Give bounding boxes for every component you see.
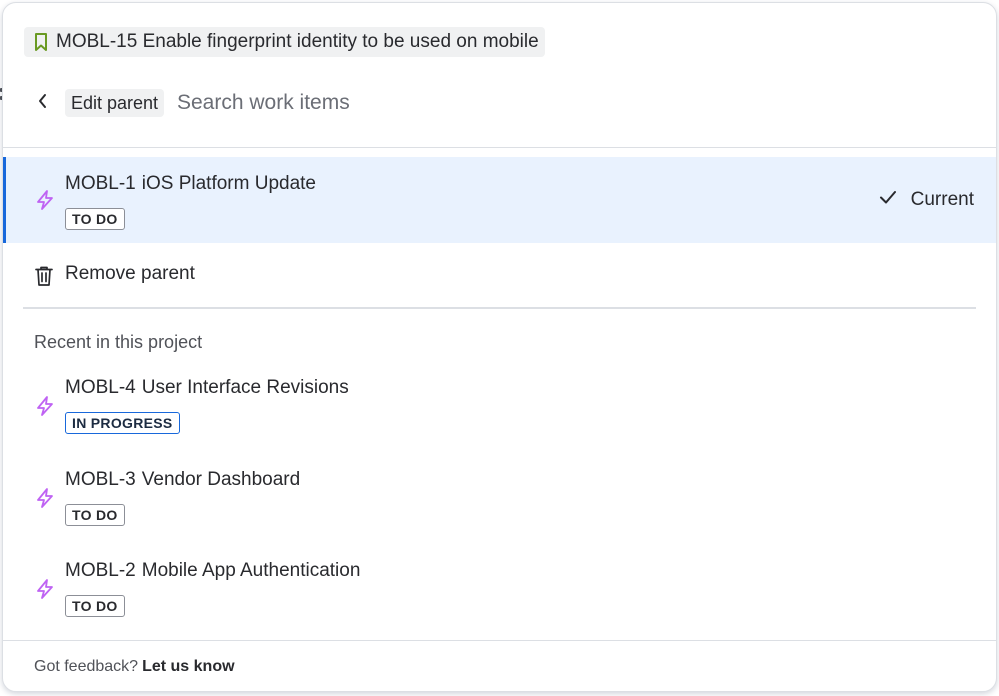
feedback-footer: Got feedback? Let us know <box>34 658 235 676</box>
edit-parent-label: Edit parent <box>65 89 165 117</box>
lightning-icon <box>34 395 56 417</box>
check-icon <box>879 189 897 211</box>
status-badge: TO DO <box>65 504 125 526</box>
divider <box>23 307 976 309</box>
item-heading: MOBL-3 Vendor Dashboard <box>65 469 300 491</box>
section-heading: Recent in this project <box>34 332 203 352</box>
item-key: MOBL-2 <box>65 560 136 581</box>
item-title: iOS Platform Update <box>141 173 316 194</box>
item-title: Vendor Dashboard <box>141 469 301 490</box>
remove-parent-label: Remove parent <box>65 263 195 284</box>
feedback-link[interactable]: Let us know <box>142 658 234 675</box>
divider <box>3 640 996 641</box>
list-item[interactable]: MOBL-4 User Interface Revisions IN PROGRE… <box>3 365 996 451</box>
item-heading: MOBL-2 Mobile App Authentication <box>65 560 360 582</box>
item-heading: MOBL-4 User Interface Revisions <box>65 377 349 399</box>
back-button[interactable] <box>31 90 55 116</box>
remove-parent-button[interactable]: Remove parent <box>3 257 996 295</box>
item-title: User Interface Revisions <box>141 377 349 398</box>
edit-parent-dialog: MOBL-15 Enable fingerprint identity to b… <box>2 2 997 692</box>
item-key: MOBL-3 <box>65 469 136 490</box>
lightning-icon <box>34 487 56 509</box>
chevron-left-icon <box>37 93 49 114</box>
search-input[interactable] <box>177 87 967 119</box>
status-badge: IN PROGRESS <box>65 412 180 434</box>
status-badge: TO DO <box>65 208 125 230</box>
lightning-icon <box>34 189 56 211</box>
item-title: Mobile App Authentication <box>141 560 361 581</box>
feedback-prompt: Got feedback? <box>34 658 139 675</box>
item-heading: MOBL-1 iOS Platform Update <box>65 173 316 195</box>
list-item[interactable]: MOBL-3 Vendor Dashboard TO DO <box>3 457 996 543</box>
lightning-icon <box>34 578 56 600</box>
trash-icon <box>34 265 54 292</box>
breadcrumb-text: MOBL-15 Enable fingerprint identity to b… <box>56 31 539 52</box>
status-badge: TO DO <box>65 595 125 617</box>
item-key: MOBL-4 <box>65 377 136 398</box>
divider <box>3 147 996 148</box>
item-key: MOBL-1 <box>65 173 136 194</box>
current-label: Current <box>910 189 974 210</box>
current-parent-item[interactable]: MOBL-1 iOS Platform Update TO DO Current <box>3 157 996 243</box>
bookmark-icon <box>32 32 50 52</box>
current-indicator: Current <box>879 189 974 211</box>
breadcrumb[interactable]: MOBL-15 Enable fingerprint identity to b… <box>24 27 545 57</box>
list-item[interactable]: MOBL-2 Mobile App Authentication TO DO <box>3 548 996 634</box>
